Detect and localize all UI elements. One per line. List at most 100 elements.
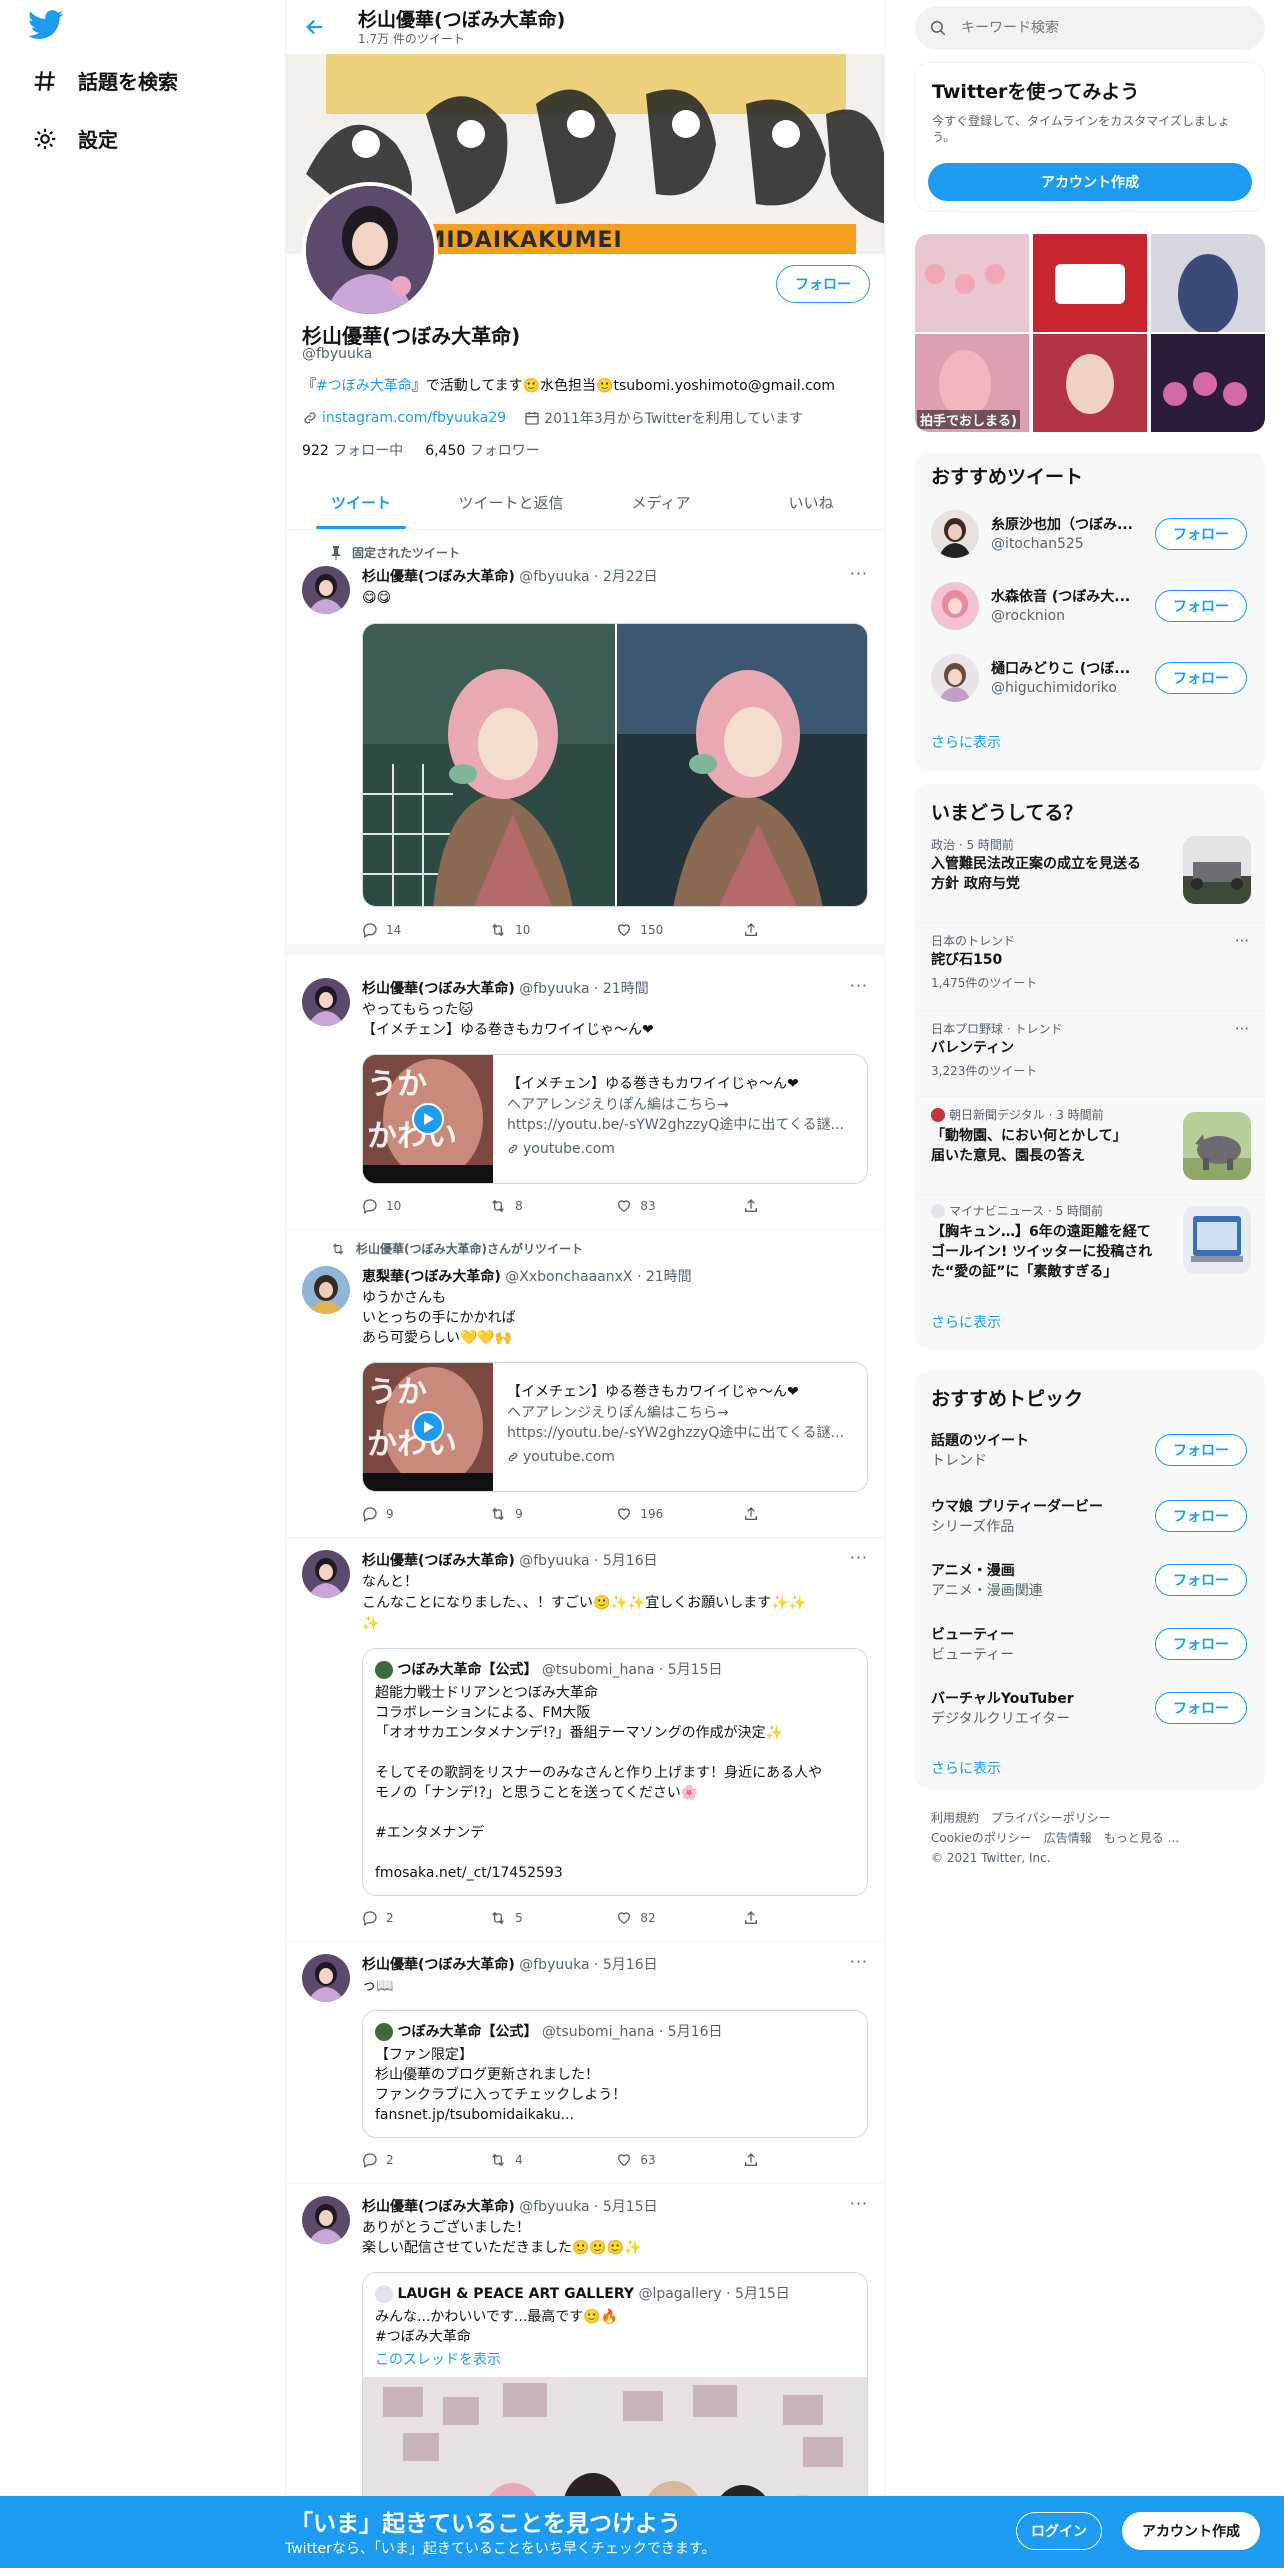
nav-explore[interactable]: 話題を検索	[32, 66, 178, 95]
topics-show-more[interactable]: さらに表示	[931, 1758, 1001, 1778]
share-action[interactable]	[743, 1198, 782, 1214]
tweet-avatar[interactable]	[302, 566, 350, 614]
link-card[interactable]: うか かわい 【イメチェン】ゆる巻きもカワイイじゃ〜ん❤ ヘアアレンジえりぽん編…	[362, 1362, 868, 1492]
reply-action[interactable]: 10	[362, 1198, 489, 1214]
more-options-icon[interactable]: ···	[850, 2194, 868, 2213]
more-options-icon[interactable]: ···	[1235, 1020, 1249, 1038]
more-options-icon[interactable]: ···	[850, 564, 868, 583]
tab-likes[interactable]: いいね	[736, 476, 884, 529]
tweet-author-name[interactable]: 杉山優華(つぼみ大革命)	[362, 1553, 515, 1569]
link-card[interactable]: うか かわい 【イメチェン】ゆる巻きもカワイイじゃ〜ん❤ ヘアアレンジえりぽん編…	[362, 1054, 868, 1184]
trend-item[interactable]: 政治 · 5 時間前 入管難民法改正案の成立を見送る 方針 政府与党	[915, 836, 1265, 922]
reply-action[interactable]: 14	[362, 922, 489, 938]
topic-item[interactable]: ビューティー ビューティー フォロー	[915, 1620, 1265, 1680]
retweet-action[interactable]: 9	[489, 1506, 616, 1522]
twitter-logo-icon[interactable]	[28, 10, 64, 40]
retweet-action[interactable]: 4	[489, 2152, 616, 2168]
topic-item[interactable]: バーチャルYouTuber デジタルクリエイター フォロー	[915, 1684, 1265, 1744]
tweet-retweeted[interactable]: 杉山優華(つぼみ大革命)さんがリツイート 恵梨華(つぼみ大革命) @Xxbonc…	[286, 1230, 884, 1538]
recommended-follow-button[interactable]: フォロー	[1155, 590, 1247, 622]
tweet-avatar[interactable]	[302, 1550, 350, 1598]
footer-cookie-link[interactable]: Cookieのポリシー	[931, 1831, 1032, 1845]
trend-item[interactable]: 日本のトレンド 詫び石150 1,475件のツイート ···	[915, 932, 1265, 1012]
like-action[interactable]: 83	[616, 1198, 743, 1214]
tweet-avatar[interactable]	[302, 1266, 350, 1314]
topic-item[interactable]: 話題のツイート トレンド フォロー	[915, 1426, 1265, 1486]
topic-follow-button[interactable]: フォロー	[1155, 1692, 1247, 1724]
nav-settings[interactable]: 設定	[32, 124, 118, 153]
footer-ads-link[interactable]: 広告情報	[1044, 1831, 1092, 1845]
share-action[interactable]	[743, 922, 782, 938]
recommended-follow-button[interactable]: フォロー	[1155, 518, 1247, 550]
tweet-photo-1[interactable]	[363, 624, 868, 907]
tab-media[interactable]: メディア	[586, 476, 736, 529]
tweet-author-name[interactable]: 杉山優華(つぼみ大革命)	[362, 569, 515, 585]
retweet-social-label[interactable]: 杉山優華(つぼみ大革命)さんがリツイート	[356, 1240, 583, 1257]
recommended-user[interactable]: 樋口みどりこ (つぼ... @higuchimidoriko フォロー	[915, 642, 1265, 714]
footer-privacy-link[interactable]: プライバシーポリシー	[991, 1811, 1111, 1825]
reply-action[interactable]: 2	[362, 1910, 489, 1926]
show-thread-link[interactable]: このスレッドを表示	[375, 2349, 501, 2369]
more-options-icon[interactable]: ···	[850, 1548, 868, 1567]
retweet-action[interactable]: 8	[489, 1198, 616, 1214]
like-action[interactable]: 82	[616, 1910, 743, 1926]
tweet[interactable]: 杉山優華(つぼみ大革命) @fbyuuka · 21時間 ··· やってもらった…	[286, 956, 884, 1230]
tweet-avatar[interactable]	[302, 2196, 350, 2244]
profile-follow-button[interactable]: フォロー	[776, 265, 870, 303]
recommended-show-more[interactable]: さらに表示	[931, 732, 1001, 752]
media-grid[interactable]: 拍手でおしまる)	[915, 234, 1265, 432]
share-action[interactable]	[743, 1506, 782, 1522]
reply-action[interactable]: 9	[362, 1506, 489, 1522]
more-options-icon[interactable]: ···	[850, 1952, 868, 1971]
retweet-action[interactable]: 10	[489, 922, 616, 938]
trend-item[interactable]: 日本プロ野球 · トレンド バレンティン 3,223件のツイート ···	[915, 1020, 1265, 1100]
tab-tweets[interactable]: ツイート	[286, 476, 436, 529]
recommended-user[interactable]: 水森依音 (つぼみ大... @rocknion フォロー	[915, 570, 1265, 642]
back-arrow-icon[interactable]	[302, 14, 328, 40]
quote-tweet[interactable]: つぼみ大革命【公式】 @tsubomi_hana · 5月15日 超能力戦士ドリ…	[362, 1648, 868, 1896]
like-action[interactable]: 63	[616, 2152, 743, 2168]
signup-button[interactable]: アカウント作成	[928, 163, 1252, 201]
tweet-author-name[interactable]: 恵梨華(つぼみ大革命)	[362, 1269, 501, 1285]
tweet-author-name[interactable]: 杉山優華(つぼみ大革命)	[362, 2199, 515, 2215]
topic-follow-button[interactable]: フォロー	[1155, 1628, 1247, 1660]
search-box[interactable]	[915, 6, 1265, 50]
more-options-icon[interactable]: ···	[1235, 932, 1249, 950]
reply-action[interactable]: 2	[362, 2152, 489, 2168]
tweet-author-name[interactable]: 杉山優華(つぼみ大革命)	[362, 981, 515, 997]
bio-hashtag-link[interactable]: #つぼみ大革命	[316, 378, 412, 394]
topic-follow-button[interactable]: フォロー	[1155, 1500, 1247, 1532]
topic-item[interactable]: ウマ娘 プリティーダービー シリーズ作品 フォロー	[915, 1492, 1265, 1552]
tweet-avatar[interactable]	[302, 1954, 350, 2002]
profile-website-link[interactable]: instagram.com/fbyuuka29	[322, 410, 506, 426]
like-action[interactable]: 196	[616, 1506, 743, 1522]
bottom-signup-button[interactable]: アカウント作成	[1122, 2512, 1260, 2550]
tweet-avatar[interactable]	[302, 978, 350, 1026]
tab-tweets-replies[interactable]: ツイートと返信	[436, 476, 586, 529]
tweet[interactable]: 杉山優華(つぼみ大革命) @fbyuuka · 5月16日 ··· っ📖 つぼみ…	[286, 1942, 884, 2184]
followers-stat[interactable]: 6,450 フォロワー	[425, 440, 540, 460]
tweet-author-name[interactable]: 杉山優華(つぼみ大革命)	[362, 1957, 515, 1973]
tweet[interactable]: 杉山優華(つぼみ大革命) @fbyuuka · 5月16日 ··· なんと！ こ…	[286, 1538, 884, 1942]
retweet-action[interactable]: 5	[489, 1910, 616, 1926]
topic-item[interactable]: アニメ・漫画 アニメ・漫画関連 フォロー	[915, 1556, 1265, 1616]
share-action[interactable]	[743, 1910, 782, 1926]
recommended-follow-button[interactable]: フォロー	[1155, 662, 1247, 694]
search-input[interactable]	[961, 20, 1221, 36]
like-action[interactable]: 150	[616, 922, 743, 938]
profile-avatar[interactable]	[302, 182, 438, 318]
recommended-user[interactable]: 糸原沙也加（つぼみ... @itochan525 フォロー	[915, 498, 1265, 570]
trend-item[interactable]: 朝日新聞デジタル · 3 時間前 「動物園、におい何とかして」 届いた意見、園長…	[915, 1106, 1265, 1190]
trend-item[interactable]: マイナビニュース · 5 時間前 【胸キュン…】6年の遠距離を経て ゴールイン!…	[915, 1202, 1265, 1302]
login-button[interactable]: ログイン	[1016, 2512, 1102, 2550]
tweet-pinned[interactable]: 固定されたツイート 杉山優華(つぼみ大革命) @fbyuuka · 2月22日 …	[286, 530, 884, 956]
topic-follow-button[interactable]: フォロー	[1155, 1564, 1247, 1596]
topic-follow-button[interactable]: フォロー	[1155, 1434, 1247, 1466]
trends-show-more[interactable]: さらに表示	[931, 1312, 1001, 1332]
quote-tweet[interactable]: つぼみ大革命【公式】 @tsubomi_hana · 5月16日 【ファン限定】…	[362, 2010, 868, 2138]
following-stat[interactable]: 922 フォロー中	[302, 440, 403, 460]
share-action[interactable]	[743, 2152, 782, 2168]
footer-terms-link[interactable]: 利用規約	[931, 1811, 979, 1825]
footer-more-link[interactable]: もっと見る ...	[1104, 1831, 1179, 1845]
more-options-icon[interactable]: ···	[850, 976, 868, 995]
